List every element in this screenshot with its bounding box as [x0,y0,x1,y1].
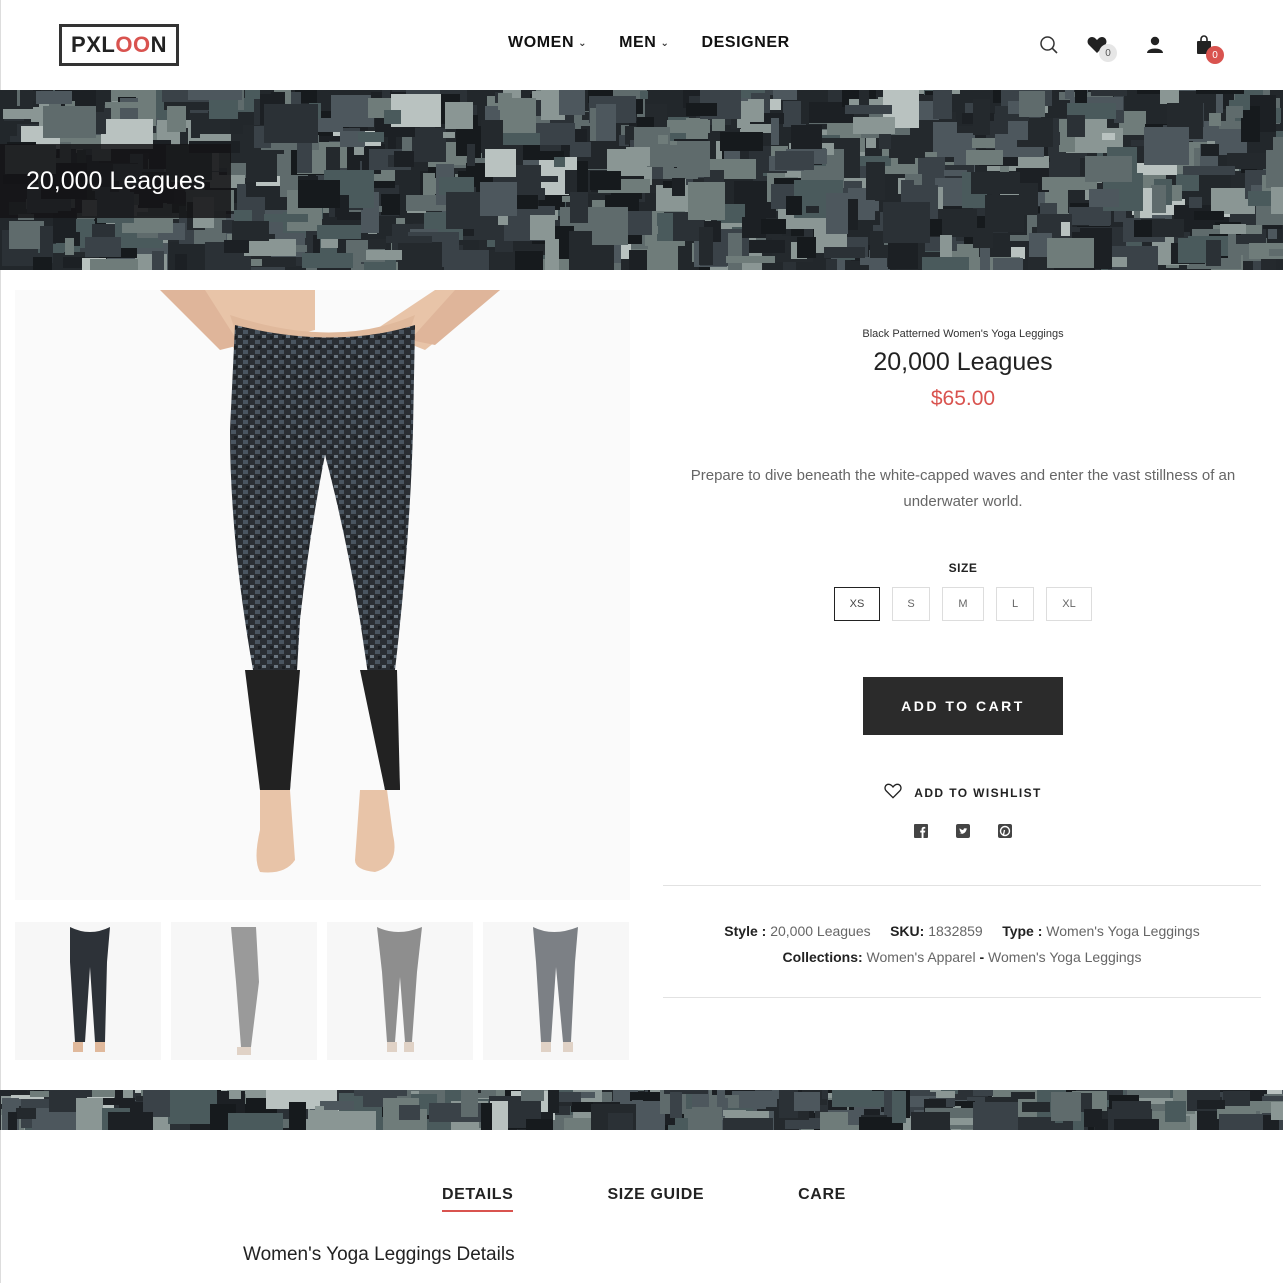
collection-link-leggings[interactable]: Women's Yoga Leggings [988,949,1141,965]
chevron-down-icon: ⌄ [578,37,588,49]
site-header: PXL OO N WOMEN ⌄ MEN ⌄ DESIGNER 0 0 [0,0,1283,90]
pattern-strip [0,1090,1283,1130]
product-main-image[interactable] [15,290,630,900]
size-option-xl[interactable]: XL [1046,587,1092,621]
twitter-icon[interactable] [956,824,970,838]
collection-banner: 20,000 Leagues [0,90,1283,270]
logo-text-suffix: N [150,32,167,57]
style-value: 20,000 Leagues [770,923,871,939]
user-icon[interactable] [1144,34,1166,56]
divider [663,885,1261,886]
thumbnail-side[interactable] [171,922,317,1060]
tab-details[interactable]: DETAILS [442,1186,514,1212]
product-tabs: DETAILS SIZE GUIDE CARE [442,1186,846,1212]
chevron-down-icon: ⌄ [660,37,670,49]
type-value[interactable]: Women's Yoga Leggings [1046,923,1199,939]
pinterest-icon[interactable] [998,824,1012,838]
collections-label: Collections: [782,949,863,965]
size-option-m[interactable]: M [942,587,984,621]
logo[interactable]: PXL OO N [59,24,179,66]
product-info: Black Patterned Women's Yoga Leggings 20… [663,290,1263,838]
add-to-wishlist-label: ADD TO WISHLIST [914,785,1042,800]
strip-pattern [0,1090,1283,1130]
sku-value: 1832859 [928,923,983,939]
details-heading: Women's Yoga Leggings Details [243,1244,515,1265]
meta-row-1: Style : 20,000 Leagues SKU: 1832859 Type… [663,918,1261,944]
tab-size-guide[interactable]: SIZE GUIDE [607,1186,704,1212]
add-to-wishlist-link[interactable]: ADD TO WISHLIST [663,783,1263,802]
nav-item-men[interactable]: MEN ⌄ [619,34,669,52]
product-subtitle: Black Patterned Women's Yoga Leggings [862,328,1064,340]
nav-item-designer[interactable]: DESIGNER [701,34,789,52]
divider [663,997,1261,998]
type-label: Type : [1002,923,1043,939]
search-icon[interactable] [1038,34,1060,56]
main-nav: WOMEN ⌄ MEN ⌄ DESIGNER [508,34,822,52]
heart-outline-icon [884,783,902,802]
nav-label: MEN [619,34,657,51]
style-label: Style : [724,923,767,939]
product-description: Prepare to dive beneath the white-capped… [690,467,1236,510]
size-option-l[interactable]: L [996,587,1034,621]
logo-text-prefix: PXL [71,32,116,57]
leggings-model-image [160,290,500,873]
tab-care[interactable]: CARE [798,1186,846,1212]
size-label: SIZE [948,561,978,575]
add-to-cart-button[interactable]: ADD TO CART [863,677,1063,735]
collection-link-apparel[interactable]: Women's Apparel [867,949,976,965]
nav-label: WOMEN [508,34,575,51]
product-meta: Style : 20,000 Leagues SKU: 1832859 Type… [663,918,1261,970]
product-thumbnails [15,922,630,1062]
product-title: 20,000 Leagues [873,348,1053,376]
banner-title: 20,000 Leagues [0,144,232,218]
sku-label: SKU: [890,923,925,939]
social-share [663,824,1263,838]
size-option-xs[interactable]: XS [834,587,880,621]
thumbnail-front[interactable] [15,922,161,1060]
size-selector: XS S M L XL [663,587,1263,621]
wishlist-count-badge: 0 [1099,44,1117,62]
meta-row-2: Collections: Women's Apparel - Women's Y… [663,944,1261,970]
thumbnail-angle[interactable] [327,922,473,1060]
cart-count-badge: 0 [1206,46,1224,64]
collections-separator: - [979,949,985,965]
nav-item-women[interactable]: WOMEN ⌄ [508,34,587,52]
nav-label: DESIGNER [701,34,790,51]
facebook-icon[interactable] [914,824,928,838]
product-price: $65.00 [930,387,996,410]
logo-text-oo: OO [115,32,151,57]
size-option-s[interactable]: S [892,587,930,621]
thumbnail-back[interactable] [483,922,629,1060]
